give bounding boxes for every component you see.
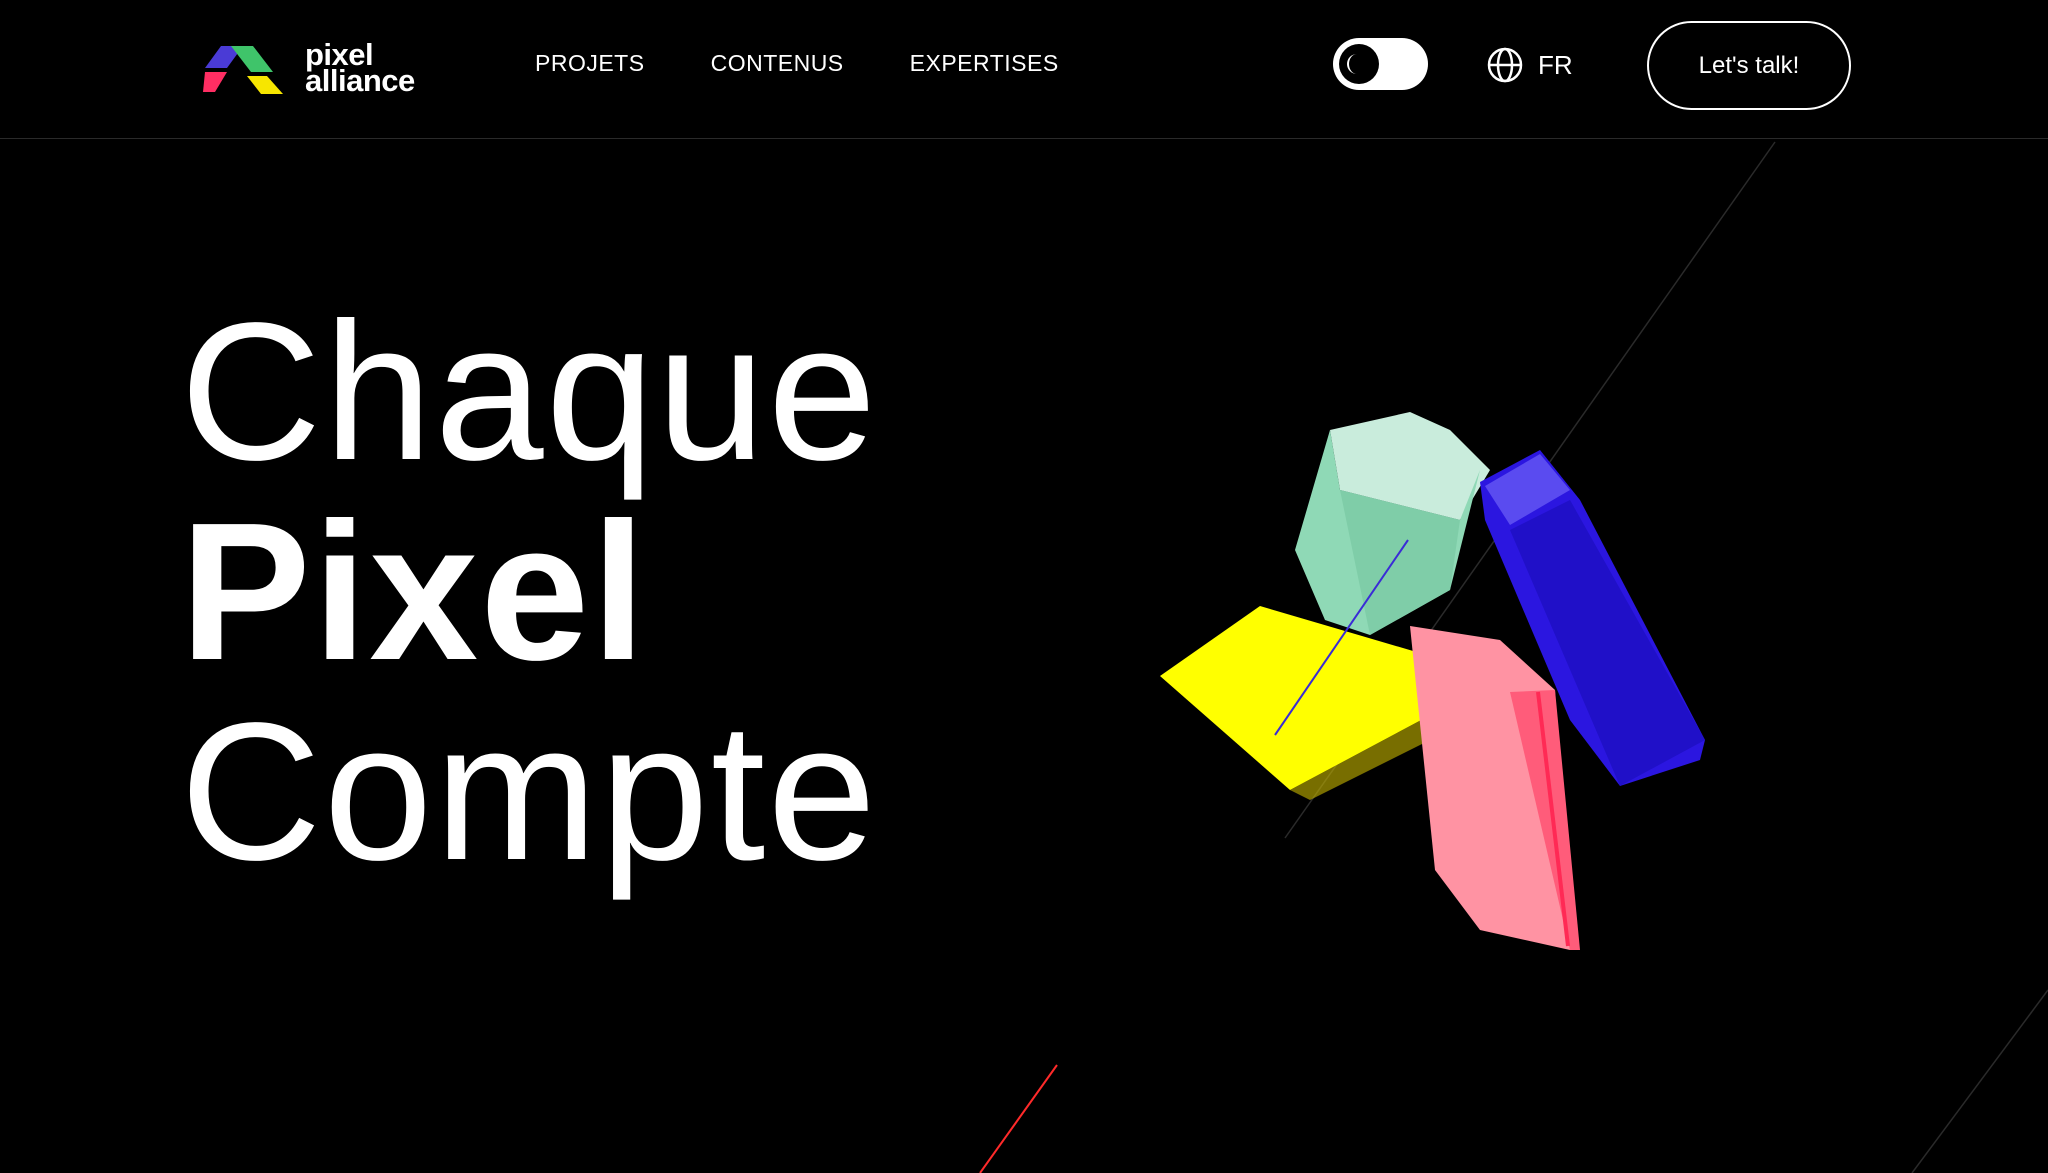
brand-name: pixel alliance	[305, 39, 415, 98]
language-label: FR	[1538, 49, 1573, 80]
page: pixel alliance PROJETS CONTENUS EXPERTIS…	[0, 0, 2048, 1173]
hero-3d-shapes	[1160, 412, 1705, 950]
pixel-alliance-logo-icon	[203, 46, 283, 94]
hero-line-2: Pixel	[180, 482, 648, 701]
toggle-knob	[1339, 44, 1379, 84]
nav-link-contenus[interactable]: CONTENUS	[711, 48, 844, 78]
brand-logo[interactable]: pixel alliance	[203, 38, 415, 98]
nav-link-expertises[interactable]: EXPERTISES	[910, 48, 1059, 78]
lets-talk-button[interactable]: Let's talk!	[1647, 21, 1851, 110]
language-selector[interactable]: FR	[1486, 46, 1573, 84]
main-nav: PROJETS CONTENUS EXPERTISES	[535, 48, 1125, 78]
top-navbar: pixel alliance PROJETS CONTENUS EXPERTIS…	[0, 0, 2048, 139]
brand-name-line2: alliance	[305, 63, 415, 98]
hero-line-3: Compte	[180, 682, 879, 901]
globe-icon	[1487, 47, 1523, 83]
nav-link-projets[interactable]: PROJETS	[535, 48, 645, 78]
hero-line-1: Chaque	[180, 282, 879, 501]
moon-icon	[1347, 54, 1357, 74]
hero-title: Chaque Pixel Compte	[180, 292, 879, 892]
theme-toggle[interactable]	[1333, 38, 1428, 90]
